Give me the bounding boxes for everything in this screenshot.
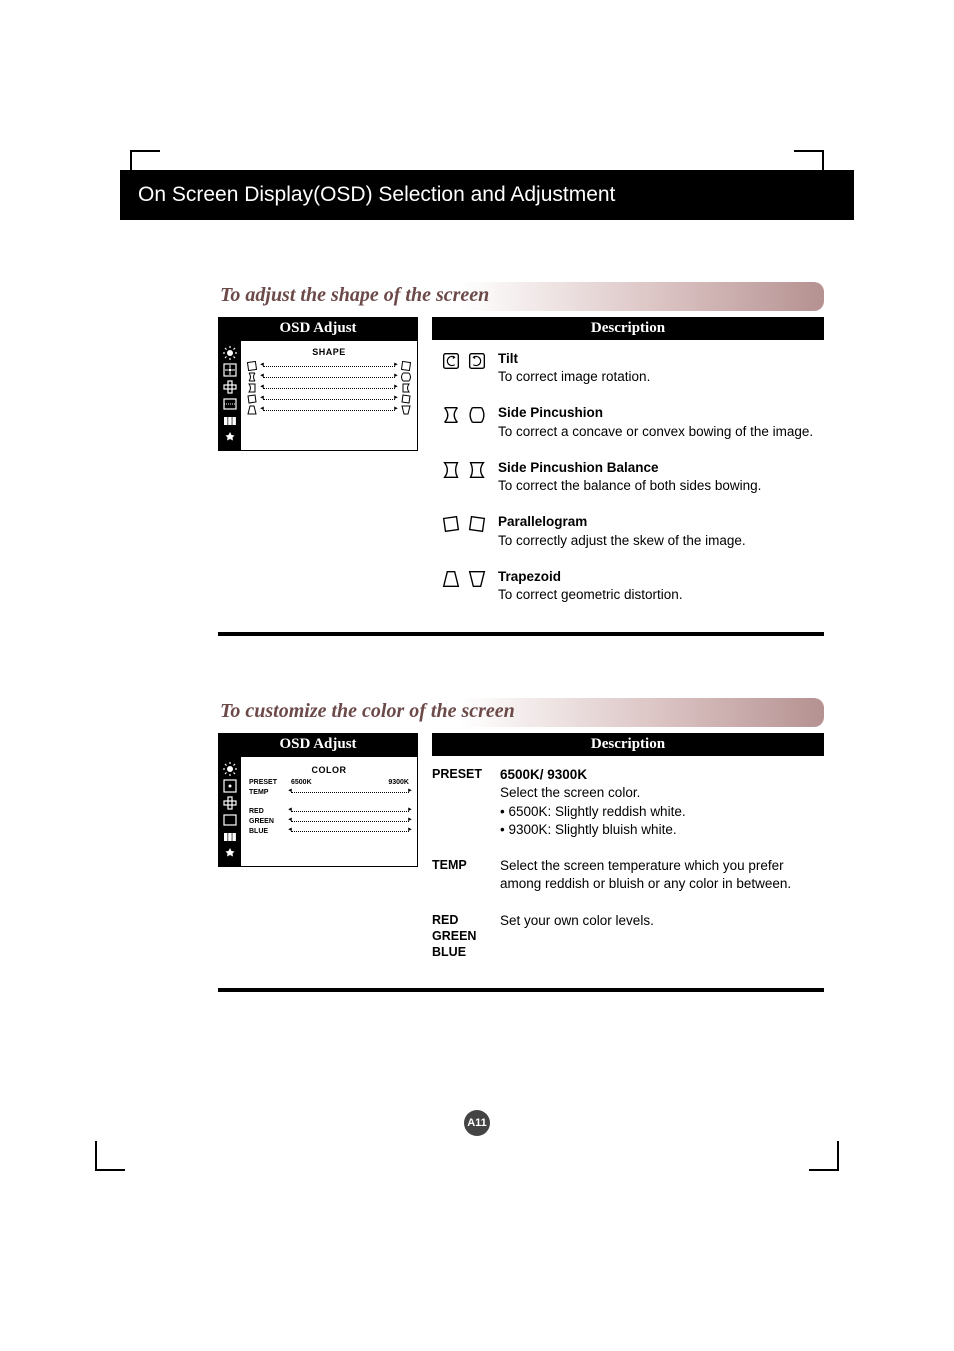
item-name: Side Pincushion xyxy=(498,404,824,422)
brightness-icon xyxy=(222,761,238,777)
item-body: Set your own color levels. xyxy=(500,913,654,928)
green-label: GREEN xyxy=(249,818,285,825)
color-item: RED GREEN BLUE Set your own color levels… xyxy=(432,912,824,961)
special-icon xyxy=(222,846,238,862)
column-header-desc: Description xyxy=(432,733,824,756)
section-color: To customize the color of the screen OSD… xyxy=(130,698,824,992)
size-icon xyxy=(222,795,238,811)
item-body: Select the screen color. • 6500K: Slight… xyxy=(500,785,686,836)
preset-9300K: 9300K xyxy=(388,779,409,786)
size-icon xyxy=(222,379,238,395)
para-l-icon xyxy=(247,394,257,404)
item-desc: To correct geometric distortion. xyxy=(498,587,683,602)
trap-t-icon xyxy=(247,405,257,415)
tilt-cw-icon xyxy=(401,361,411,371)
para-r-icon xyxy=(466,513,488,535)
tilt-cw-icon xyxy=(466,350,488,372)
item-name: Parallelogram xyxy=(498,513,824,531)
column-header-osd: OSD Adjust xyxy=(218,733,418,756)
trap-t-icon xyxy=(440,568,462,590)
column-header-osd: OSD Adjust xyxy=(218,317,418,340)
shape-item: TiltTo correct image rotation. xyxy=(432,350,824,386)
column-header-desc: Description xyxy=(432,317,824,340)
temp-label: TEMP xyxy=(249,789,285,796)
shape-icon xyxy=(222,396,238,412)
pin-convex-icon xyxy=(466,404,488,426)
crop-mark xyxy=(809,1141,839,1171)
pin-bal-l-icon xyxy=(440,459,462,481)
crop-mark xyxy=(95,1141,125,1171)
item-body: Select the screen temperature which you … xyxy=(500,858,791,891)
section-separator xyxy=(218,632,824,636)
color-icon xyxy=(222,413,238,429)
item-head: 6500K/ 9300K xyxy=(500,766,824,784)
preset-label: PRESET xyxy=(249,779,285,786)
shape-item: Parallelogram To correctly adjust the ske… xyxy=(432,513,824,549)
position-icon xyxy=(222,362,238,378)
page-number: A11 xyxy=(464,1110,490,1136)
item-label: RED GREEN BLUE xyxy=(432,912,490,961)
para-l-icon xyxy=(440,513,462,535)
section-heading: To adjust the shape of the screen xyxy=(218,282,824,311)
item-desc: To correct image rotation. xyxy=(498,369,650,384)
color-item: TEMP Select the screen temperature which… xyxy=(432,857,824,893)
osd-panel-shape: SHAPE xyxy=(218,340,418,451)
item-name: Side Pincushion Balance xyxy=(498,459,824,477)
preset-6500K: 6500K xyxy=(291,779,312,786)
page-title: On Screen Display(OSD) Selection and Adj… xyxy=(120,170,854,220)
pin-bal-l-icon xyxy=(247,383,257,393)
item-desc: To correct the balance of both sides bow… xyxy=(498,478,761,493)
pin-concave-icon xyxy=(247,372,257,382)
pin-convex-icon xyxy=(401,372,411,382)
position-icon xyxy=(222,778,238,794)
pin-bal-r-icon xyxy=(401,383,411,393)
red-label: RED xyxy=(249,808,285,815)
shape-icon xyxy=(222,812,238,828)
item-label: TEMP xyxy=(432,857,490,893)
item-label: PRESET xyxy=(432,766,490,839)
osd-side-icons xyxy=(219,757,241,866)
osd-label: SHAPE xyxy=(247,347,411,357)
osd-panel-color: COLOR PRESET 6500K 9300K TEMP RED GREEN BL… xyxy=(218,756,418,867)
section-shape: To adjust the shape of the screen OSD Ad… xyxy=(130,282,824,636)
pin-concave-icon xyxy=(440,404,462,426)
shape-item: Side Pincushion To correct a concave or c… xyxy=(432,404,824,440)
blue-label: BLUE xyxy=(249,828,285,835)
special-icon xyxy=(222,430,238,446)
osd-side-icons xyxy=(219,341,241,450)
tilt-ccw-icon xyxy=(440,350,462,372)
shape-item: Side Pincushion BalanceTo correct the ba… xyxy=(432,459,824,495)
pin-bal-r-icon xyxy=(466,459,488,481)
para-r-icon xyxy=(401,394,411,404)
color-icon xyxy=(222,829,238,845)
color-item: PRESET 6500K/ 9300KSelect the screen col… xyxy=(432,766,824,839)
shape-item: TrapezoidTo correct geometric distortion… xyxy=(432,568,824,604)
tilt-ccw-icon xyxy=(247,361,257,371)
item-desc: To correctly adjust the skew of the imag… xyxy=(498,533,746,548)
item-desc: To correct a concave or convex bowing of… xyxy=(498,424,813,439)
item-name: Tilt xyxy=(498,350,824,368)
trap-b-icon xyxy=(401,405,411,415)
osd-label: COLOR xyxy=(249,765,409,775)
trap-b-icon xyxy=(466,568,488,590)
section-separator xyxy=(218,988,824,992)
section-heading: To customize the color of the screen xyxy=(218,698,824,727)
brightness-icon xyxy=(222,345,238,361)
item-name: Trapezoid xyxy=(498,568,824,586)
